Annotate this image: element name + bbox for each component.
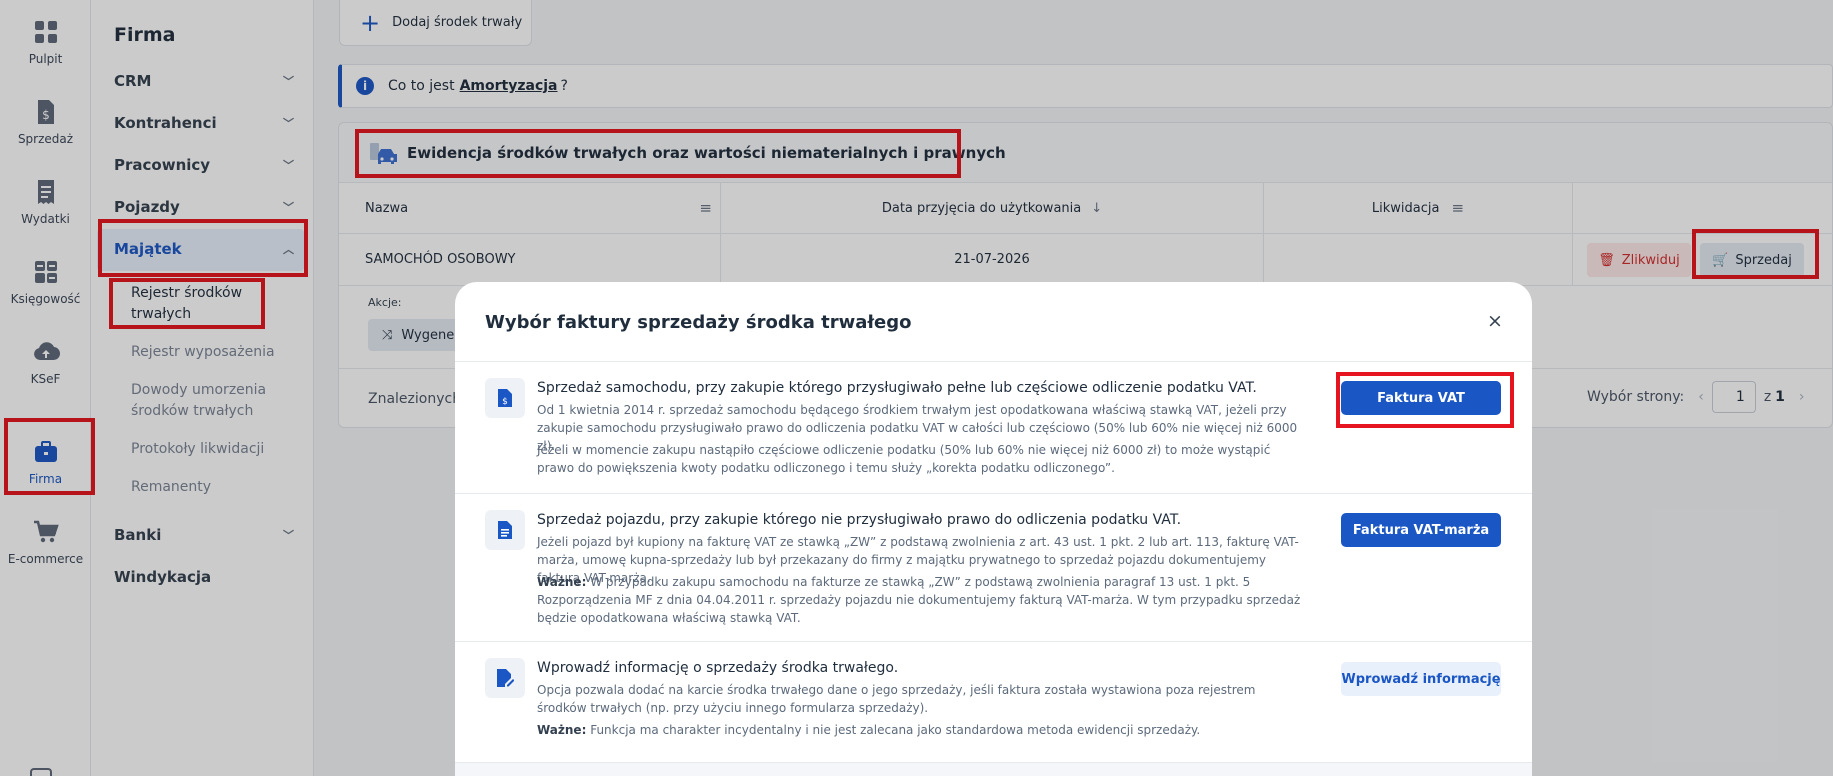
option-info-text: Opcja pozwala dodać na karcie środka trw…: [537, 683, 1256, 715]
option-vat-text-2: Jeżeli w momencie zakupu nastąpiło częśc…: [537, 443, 1271, 475]
vat-invoice-button[interactable]: Faktura VAT: [1341, 381, 1501, 415]
important-label: Ważne:: [537, 723, 587, 737]
important-label: Ważne:: [537, 575, 587, 589]
option-info-note: Ważne: Funkcja ma charakter incydentalny…: [537, 721, 1307, 739]
option-vat-title: Sprzedaż samochodu, przy zakupie którego…: [537, 380, 1257, 396]
modal-footer: [455, 763, 1532, 776]
option-margin-note: Ważne: W przypadku zakupu samochodu na f…: [537, 573, 1307, 627]
svg-text:$: $: [502, 397, 508, 407]
modal-divider: [455, 493, 1532, 494]
option-info-note-text: Funkcja ma charakter incydentalny i nie …: [590, 723, 1201, 737]
sale-invoice-modal: Wybór faktury sprzedaży środka trwałego …: [455, 282, 1532, 776]
modal-divider: [455, 361, 1532, 362]
option-margin-note-text: W przypadku zakupu samochodu na fakturze…: [537, 575, 1301, 625]
modal-divider: [455, 641, 1532, 642]
enter-info-button[interactable]: Wprowadź informację: [1341, 662, 1501, 696]
modal-title: Wybór faktury sprzedaży środka trwałego: [485, 312, 912, 333]
option-margin-title: Sprzedaż pojazdu, przy zakupie którego n…: [537, 512, 1182, 528]
vat-margin-invoice-button[interactable]: Faktura VAT-marża: [1341, 513, 1501, 547]
option-info-title: Wprowadź informację o sprzedaży środka t…: [537, 660, 899, 676]
close-icon[interactable]: ×: [1487, 310, 1503, 332]
document-icon: [485, 510, 525, 550]
invoice-dollar-icon: $: [485, 378, 525, 418]
edit-document-icon: [485, 658, 525, 698]
